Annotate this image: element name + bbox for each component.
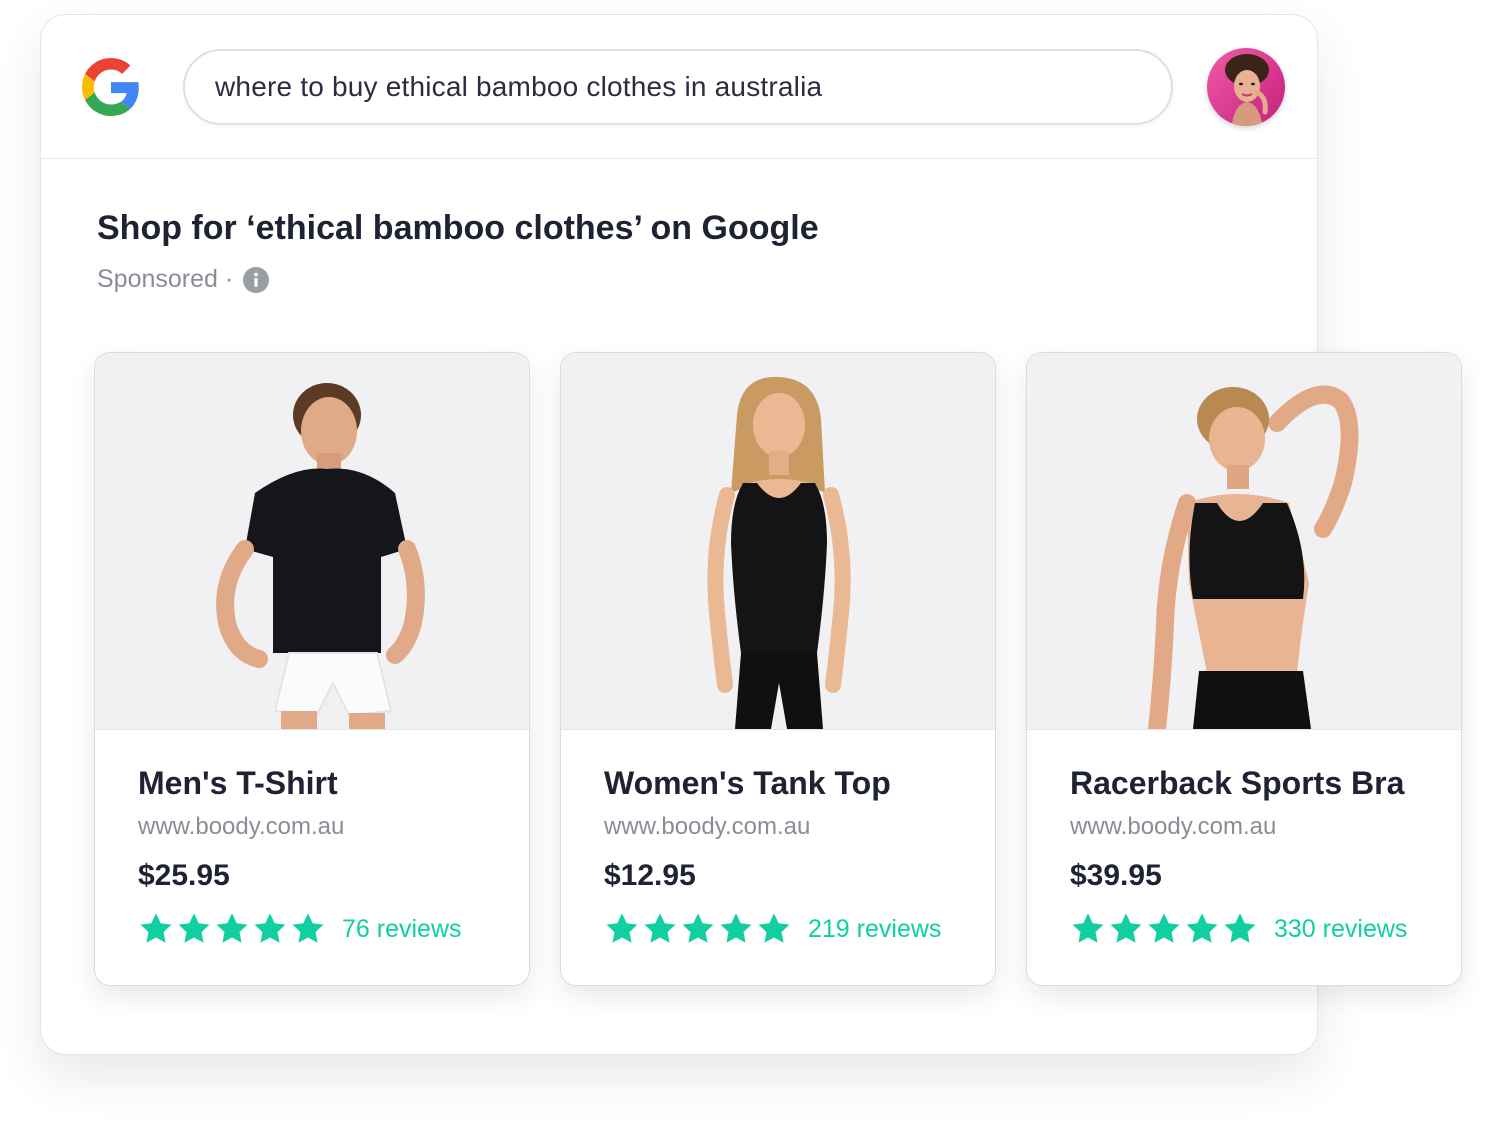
- star-icon: [758, 913, 790, 943]
- star-icon: [606, 913, 638, 943]
- rating-stars: [138, 911, 328, 947]
- rating-stars: [1070, 911, 1260, 947]
- google-g-icon[interactable]: [82, 58, 140, 116]
- star-icon: [644, 913, 676, 943]
- star-icon: [1186, 913, 1218, 943]
- reviews-link[interactable]: 76 reviews: [342, 915, 462, 944]
- product-url: www.boody.com.au: [604, 813, 811, 840]
- star-icon: [216, 913, 248, 943]
- product-image[interactable]: [561, 353, 995, 730]
- shopping-section-title: Shop for ‘ethical bamboo clothes’ on Goo…: [97, 209, 819, 247]
- search-query-text: where to buy ethical bamboo clothes in a…: [215, 71, 823, 102]
- product-image[interactable]: [95, 353, 529, 730]
- star-icon: [292, 913, 324, 943]
- product-url: www.boody.com.au: [1070, 813, 1277, 840]
- info-icon[interactable]: [243, 266, 270, 293]
- product-rating: 330 reviews: [1070, 911, 1407, 947]
- product-price: $12.95: [604, 859, 696, 892]
- reviews-link[interactable]: 330 reviews: [1274, 915, 1407, 944]
- user-avatar[interactable]: [1207, 48, 1285, 126]
- rating-stars: [604, 911, 794, 947]
- sponsored-label: Sponsored ·: [97, 265, 270, 294]
- product-rating: 76 reviews: [138, 911, 462, 947]
- reviews-link[interactable]: 219 reviews: [808, 915, 941, 944]
- star-icon: [140, 913, 172, 943]
- product-name[interactable]: Racerback Sports Bra: [1070, 765, 1404, 802]
- search-input[interactable]: where to buy ethical bamboo clothes in a…: [183, 49, 1173, 125]
- star-icon: [720, 913, 752, 943]
- product-url: www.boody.com.au: [138, 813, 345, 840]
- product-card-racerback-sports-bra[interactable]: Racerback Sports Bra www.boody.com.au $3…: [1026, 352, 1462, 986]
- avatar-portrait-icon: [1207, 48, 1285, 126]
- star-icon: [1072, 913, 1104, 943]
- star-icon: [1224, 913, 1256, 943]
- star-icon: [1148, 913, 1180, 943]
- product-name[interactable]: Women's Tank Top: [604, 765, 891, 802]
- product-image[interactable]: [1027, 353, 1461, 730]
- product-rating: 219 reviews: [604, 911, 941, 947]
- product-name[interactable]: Men's T-Shirt: [138, 765, 338, 802]
- star-icon: [254, 913, 286, 943]
- product-card-mens-tshirt[interactable]: Men's T-Shirt www.boody.com.au $25.95 76…: [94, 352, 530, 986]
- product-price: $39.95: [1070, 859, 1162, 892]
- star-icon: [178, 913, 210, 943]
- sponsored-text: Sponsored ·: [97, 265, 234, 293]
- product-price: $25.95: [138, 859, 230, 892]
- star-icon: [682, 913, 714, 943]
- product-card-womens-tank-top[interactable]: Women's Tank Top www.boody.com.au $12.95…: [560, 352, 996, 986]
- search-header: where to buy ethical bamboo clothes in a…: [41, 15, 1317, 159]
- star-icon: [1110, 913, 1142, 943]
